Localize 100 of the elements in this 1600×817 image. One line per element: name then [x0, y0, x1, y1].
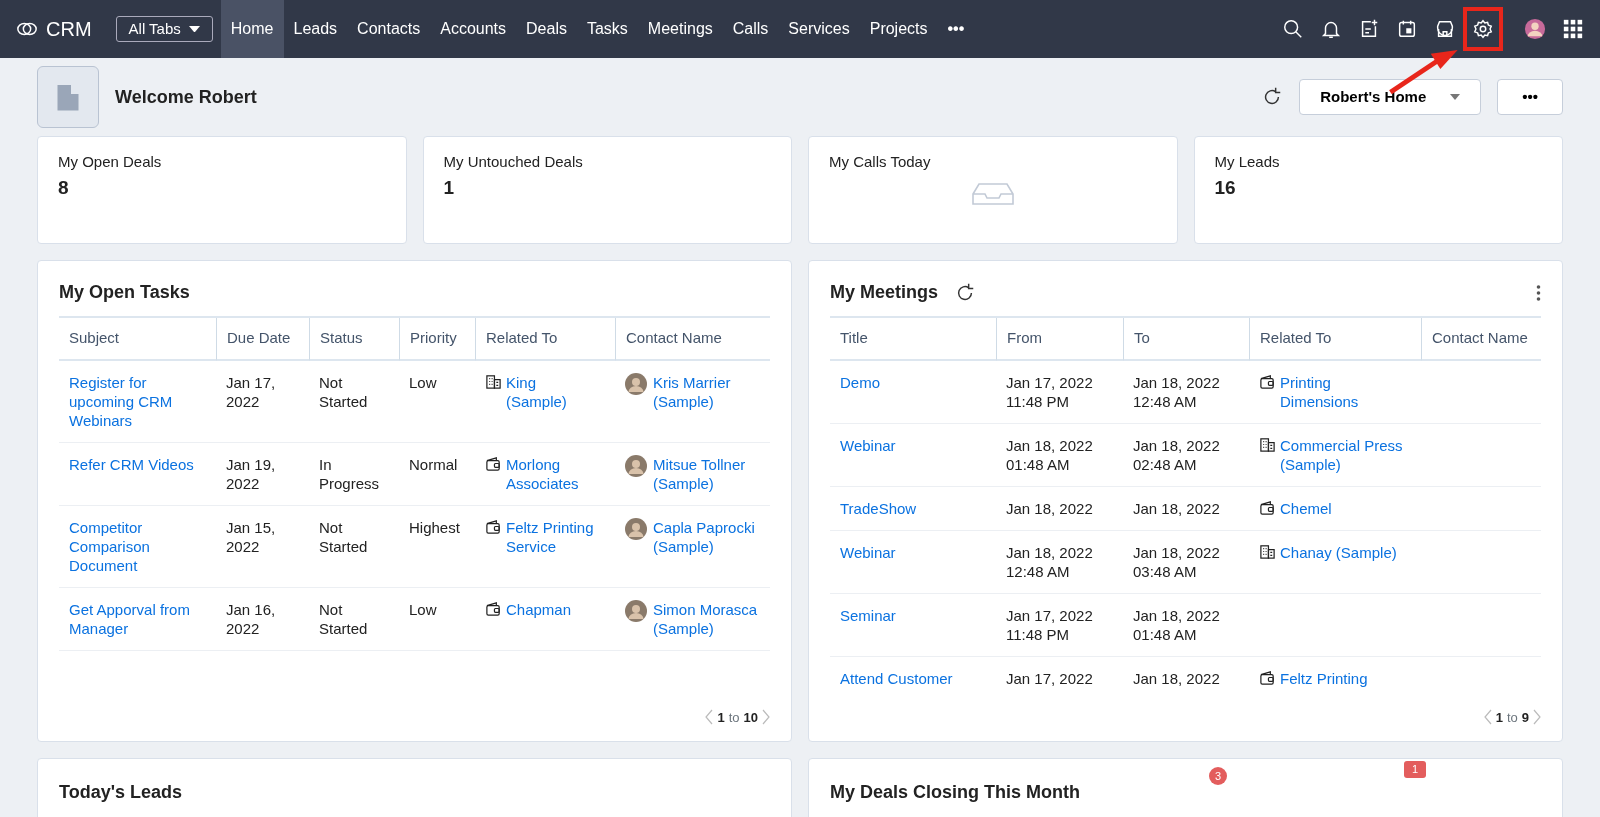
- wallet-icon: [1259, 668, 1276, 686]
- building-icon: [1259, 542, 1276, 560]
- table-cell: In Progress: [309, 442, 399, 506]
- column-header[interactable]: Related To: [1260, 329, 1332, 346]
- nav-tab[interactable]: Deals: [516, 0, 577, 58]
- table-cell: Jan 17, 2022: [996, 656, 1123, 700]
- nav-tab[interactable]: Home: [220, 0, 284, 58]
- wallet-icon: [485, 454, 502, 472]
- page-range: 10: [743, 708, 758, 727]
- nav-tab[interactable]: Tasks: [576, 0, 638, 58]
- table-cell: Jan 17, 2022 11:48 PM: [996, 593, 1123, 657]
- column-header[interactable]: From: [1007, 329, 1042, 346]
- profile-avatar[interactable]: [1524, 18, 1546, 40]
- more-tabs-button[interactable]: •••: [937, 0, 975, 58]
- kpi-value: 16: [1214, 175, 1237, 200]
- meeting-link[interactable]: Demo: [840, 372, 880, 392]
- table-cell: Jan 18, 2022 01:48 AM: [996, 423, 1123, 487]
- store-icon[interactable]: [1434, 18, 1456, 40]
- column-header[interactable]: Contact Name: [626, 329, 722, 346]
- table-cell: Low: [399, 360, 475, 443]
- task-link[interactable]: Get Apporval from Manager: [69, 599, 206, 638]
- related-link[interactable]: Feltz Printing Service: [506, 517, 598, 556]
- related-link[interactable]: Chanay (Sample): [1280, 542, 1397, 562]
- column-header[interactable]: Related To: [486, 329, 558, 346]
- nav-tab[interactable]: Calls: [722, 0, 779, 58]
- table-cell: Jan 15, 2022: [216, 505, 309, 588]
- related-link[interactable]: Feltz Printing: [1280, 668, 1368, 688]
- empty-tray-icon: [970, 181, 1015, 206]
- contact-avatar: [625, 517, 647, 540]
- meeting-link[interactable]: TradeShow: [840, 498, 917, 518]
- table-cell: Jan 17, 2022 11:48 PM: [996, 360, 1123, 424]
- contact-avatar: [625, 599, 647, 622]
- meeting-link[interactable]: Webinar: [840, 435, 896, 455]
- welcome-title: Welcome Robert: [115, 85, 257, 109]
- kpi-title: My Open Deals: [58, 152, 163, 172]
- nav-tab[interactable]: Projects: [859, 0, 938, 58]
- app-grid-icon[interactable]: [1562, 18, 1584, 40]
- home-view-dropdown[interactable]: Robert's Home: [1299, 78, 1482, 116]
- related-link[interactable]: Printing Dimensions: [1280, 372, 1404, 411]
- task-link[interactable]: Refer CRM Videos: [69, 454, 194, 474]
- table-cell: Jan 18, 2022 03:48 AM: [1123, 530, 1249, 594]
- table-cell: Jan 18, 2022 02:48 AM: [1123, 423, 1249, 487]
- column-header[interactable]: Status: [320, 329, 363, 346]
- meeting-link[interactable]: Attend Customer: [840, 668, 953, 688]
- calendar-icon[interactable]: [1396, 18, 1418, 40]
- table-cell: Normal: [399, 442, 475, 506]
- widget-title: My Deals Closing This Month: [830, 782, 1080, 802]
- wallet-icon: [485, 517, 502, 535]
- building-icon: [1259, 435, 1276, 453]
- related-link[interactable]: Morlong Associates: [506, 454, 598, 493]
- table-cell: Highest: [399, 505, 475, 588]
- widget-title: My Open Tasks: [59, 281, 190, 304]
- table-cell: Jan 18, 2022: [1123, 486, 1249, 531]
- kebab-menu-icon[interactable]: [1536, 283, 1541, 302]
- nav-tab[interactable]: Meetings: [637, 0, 723, 58]
- contact-link[interactable]: Kris Marrier (Sample): [653, 372, 760, 430]
- page-range: 1: [1495, 708, 1503, 727]
- nav-tab[interactable]: Services: [778, 0, 860, 58]
- column-header[interactable]: Due Date: [227, 329, 291, 346]
- table-cell: Not Started: [309, 505, 399, 588]
- meeting-link[interactable]: Seminar: [840, 605, 896, 625]
- nav-tab[interactable]: Leads: [283, 0, 348, 58]
- column-header[interactable]: Subject: [69, 329, 120, 346]
- highlight-box: [1463, 7, 1503, 51]
- logo-text: CRM: [46, 17, 92, 42]
- search-icon[interactable]: [1282, 18, 1304, 40]
- related-link[interactable]: Commercial Press (Sample): [1280, 435, 1404, 474]
- related-link[interactable]: Chapman: [506, 599, 572, 619]
- meeting-link[interactable]: Webinar: [840, 542, 896, 562]
- contact-link[interactable]: Mitsue Tollner (Sample): [653, 454, 760, 493]
- column-header[interactable]: Priority: [410, 329, 457, 346]
- page-range: 9: [1521, 708, 1529, 727]
- settings-icon[interactable]: [1472, 18, 1494, 40]
- table-cell: Low: [399, 587, 475, 651]
- task-link[interactable]: Register for upcoming CRM Webinars: [69, 372, 206, 430]
- count-badge: 3: [1209, 767, 1227, 785]
- more-options-button[interactable]: •••: [1497, 78, 1563, 116]
- nav-tab[interactable]: Accounts: [430, 0, 517, 58]
- widget-title: Today's Leads: [59, 782, 182, 802]
- column-header[interactable]: Title: [840, 329, 868, 346]
- table-cell: Jan 18, 2022 01:48 AM: [1123, 593, 1249, 657]
- table-cell: Jan 18, 2022 12:48 AM: [996, 530, 1123, 594]
- caret-icon: [1450, 94, 1461, 100]
- column-header[interactable]: Contact Name: [1432, 329, 1528, 346]
- column-header[interactable]: To: [1134, 329, 1150, 346]
- related-link[interactable]: King (Sample): [506, 372, 598, 411]
- table-cell: Jan 17, 2022: [216, 360, 309, 443]
- table-cell: Jan 18, 2022: [1123, 656, 1249, 700]
- page-range: 1: [717, 708, 725, 727]
- contact-link[interactable]: Simon Morasca (Sample): [653, 599, 760, 638]
- contact-link[interactable]: Capla Paprocki (Sample): [653, 517, 760, 575]
- count-badge: 1: [1404, 761, 1427, 778]
- all-tabs-dropdown[interactable]: All Tabs: [115, 15, 213, 43]
- contact-avatar: [625, 372, 647, 395]
- related-link[interactable]: Chemel: [1280, 498, 1332, 518]
- kpi-title: My Calls Today: [829, 152, 932, 172]
- nav-tab[interactable]: Contacts: [347, 0, 431, 58]
- kpi-title: My Leads: [1214, 152, 1281, 172]
- table-cell: Not Started: [309, 360, 399, 443]
- task-link[interactable]: Competitor Comparison Document: [69, 517, 206, 575]
